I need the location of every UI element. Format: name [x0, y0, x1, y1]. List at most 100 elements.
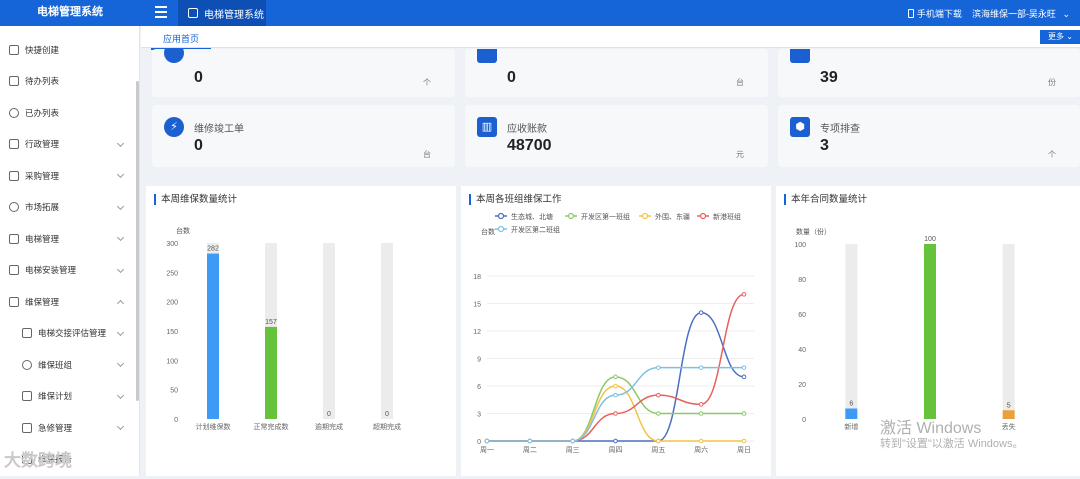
- sidebar-item-quick-create[interactable]: 快捷创建: [0, 34, 139, 66]
- data-point: [698, 310, 704, 315]
- data-point: [613, 374, 618, 380]
- chevron-down-icon: [116, 359, 125, 368]
- panel-weekly-maintenance: 本周维保数量统计 台数 0 50 100 150 200 250 300 282 计划维保数 157…: [146, 186, 456, 476]
- phone-download-link[interactable]: 手机端下载: [907, 7, 962, 20]
- x-tick-label: 丢失: [1002, 422, 1016, 431]
- data-point: [656, 438, 661, 444]
- bar: [924, 244, 936, 419]
- app-logo: 电梯管理系统: [37, 6, 103, 18]
- x-tick-label: 正常完成数: [254, 422, 289, 431]
- phone-download-label: 手机端下载: [916, 8, 962, 19]
- data-point: [613, 392, 618, 398]
- bar: [207, 253, 219, 419]
- x-tick-label: 周日: [737, 446, 751, 454]
- bar-value-label: 5: [1007, 402, 1011, 409]
- page-tabs-bar: 应用首页 更多 ⌄: [141, 26, 1080, 50]
- stat-value: 3: [820, 137, 829, 154]
- y-tick-label: 200: [166, 300, 178, 307]
- stat-icon: [164, 49, 184, 63]
- data-point: [656, 392, 661, 398]
- chevron-down-icon: [116, 139, 125, 147]
- stat-unit: 元: [736, 150, 744, 159]
- sidebar-item-emergency[interactable]: 急修管理: [0, 412, 139, 444]
- stat-label: 专项排查: [820, 124, 860, 135]
- tab-elevator-system[interactable]: 电梯管理系统: [178, 0, 266, 26]
- user-name: 滨海维保一部-吴永旺: [971, 8, 1056, 19]
- sidebar-item-label: 急修管理: [38, 422, 73, 433]
- data-point: [698, 411, 704, 416]
- menu-toggle-button[interactable]: [151, 3, 171, 21]
- sidebar-item-label: 已办列表: [25, 107, 60, 118]
- sidebar-item-market[interactable]: 市场拓展: [0, 192, 139, 224]
- chevron-down-icon: [116, 265, 125, 273]
- sidebar-item-done[interactable]: 已办列表: [0, 97, 139, 129]
- wrench-icon: [9, 265, 19, 276]
- y-tick-label: 0: [802, 417, 806, 424]
- stat-card-receivable[interactable]: ▥ 应收账款 48700 元: [465, 105, 768, 167]
- data-point: [741, 365, 747, 370]
- sidebar-item-admin[interactable]: 行政管理: [0, 129, 139, 161]
- stat-value: 39: [820, 69, 838, 86]
- sidebar: 快捷创建 待办列表 已办列表 行政管理 采购管理 市场拓展 电梯管理 电梯安装管…: [0, 26, 140, 476]
- sidebar-item-handover[interactable]: 电梯交接评估管理: [0, 318, 139, 350]
- sidebar-item-install[interactable]: 电梯安装管理: [0, 255, 139, 287]
- chevron-down-icon: [116, 170, 125, 179]
- sidebar-item-plan[interactable]: 维保计划: [0, 381, 139, 413]
- x-tick-label: 周六: [694, 445, 708, 454]
- sidebar-item-maintenance[interactable]: 维保管理: [0, 286, 139, 318]
- y-tick-label: 40: [798, 347, 806, 354]
- sidebar-item-todo[interactable]: 待办列表: [0, 66, 139, 98]
- gear-icon: [9, 107, 19, 118]
- sidebar-item-team[interactable]: 维保班组: [0, 349, 139, 381]
- chevron-down-icon: [116, 391, 125, 399]
- grid-icon: [9, 296, 19, 307]
- edit-icon: [188, 8, 198, 18]
- y-axis-label: 台数: [481, 227, 495, 236]
- more-button[interactable]: 更多 ⌄: [1040, 30, 1080, 44]
- y-tick-label: 0: [174, 417, 178, 424]
- phone-icon: [907, 8, 914, 18]
- stat-card-repair[interactable]: ⚡ 维修竣工单 0 台: [152, 105, 455, 167]
- sidebar-item-label: 电梯管理: [25, 233, 60, 244]
- stat-card-top-1: 0 个: [152, 49, 455, 97]
- chevron-down-icon: [116, 202, 125, 210]
- data-point: [698, 438, 704, 444]
- x-tick-label: 周三: [566, 446, 580, 454]
- sidebar-item-label: 市场拓展: [25, 202, 60, 213]
- monitor-icon: [9, 139, 19, 150]
- y-tick-label: 12: [473, 329, 481, 336]
- x-tick-label: 逾期完成: [315, 422, 343, 431]
- sidebar-item-purchase[interactable]: 采购管理: [0, 160, 139, 192]
- y-tick-label: 60: [798, 312, 806, 319]
- chevron-down-icon: [116, 422, 125, 431]
- sidebar-item-label: 电梯交接评估管理: [38, 328, 107, 339]
- elevator-icon: [9, 233, 19, 244]
- legend-label: 生态城、北塘: [511, 212, 553, 221]
- tab-home[interactable]: 应用首页: [151, 32, 212, 50]
- stat-card-top-3: 39 份: [778, 49, 1080, 97]
- bar-value-label: 0: [327, 411, 331, 418]
- bar-background: [381, 243, 393, 419]
- user-menu[interactable]: 滨海维保一部-吴永旺 ⌄: [972, 7, 1070, 20]
- stat-card-inspection[interactable]: ⬢ 专项排查 3 个: [778, 105, 1080, 167]
- legend-label: 开发区第一班组: [581, 212, 630, 221]
- sidebar-scrollbar[interactable]: [136, 81, 139, 401]
- legend-marker: [497, 212, 505, 220]
- x-tick-label: 新增: [844, 422, 858, 431]
- data-point: [570, 438, 575, 444]
- line-chart-teams: 台数 0 3 6 9 12 15 18 周一 周二 周三 周四 周五 周六 周日 生态城、北塘 开发区第一班组 外…: [473, 212, 754, 454]
- y-tick-label: 6: [477, 384, 481, 391]
- panel-team-work: 本周各班组维保工作 台数 0 3 6 9 12 15 18 周一 周二 周三 周四 周五 周六 周日 生态城、…: [461, 186, 771, 476]
- stat-value: 0: [194, 137, 203, 154]
- sidebar-item-label: 采购管理: [25, 170, 60, 181]
- bar: [265, 326, 277, 419]
- stat-value: 0: [194, 69, 203, 86]
- file-plus-icon: [9, 44, 19, 55]
- file-icon: [9, 76, 19, 87]
- data-point: [613, 411, 618, 416]
- stat-label: 维修竣工单: [194, 124, 244, 135]
- panel-title: 本周维保数量统计: [154, 194, 237, 205]
- sidebar-item-elevator[interactable]: 电梯管理: [0, 223, 139, 255]
- y-tick-label: 9: [477, 357, 481, 364]
- data-point: [656, 365, 661, 370]
